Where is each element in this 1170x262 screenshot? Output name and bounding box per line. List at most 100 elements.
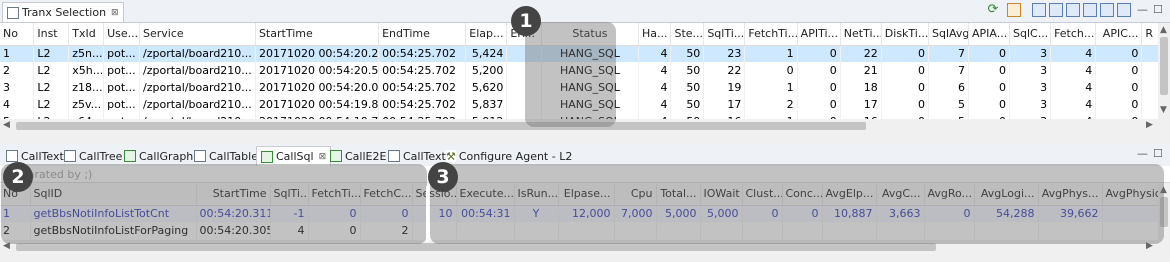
tab-calle2e[interactable]: CallE2E — [326, 146, 390, 166]
table-cell: 4 — [1050, 79, 1097, 96]
column-header[interactable]: No — [0, 23, 35, 46]
table-cell: 0 — [1095, 45, 1143, 62]
scroll-right-icon[interactable]: ▶ — [1146, 120, 1153, 130]
table-cell: 5,200 — [465, 62, 508, 79]
column-header[interactable]: SqlTi... — [703, 23, 746, 46]
column-header[interactable]: Use... — [103, 23, 141, 46]
tab-configure-agent[interactable]: ⚒ Configure Agent - L2 — [442, 146, 576, 166]
column-header[interactable]: R — [1141, 23, 1158, 46]
column-header[interactable]: FetchTi... — [744, 23, 798, 46]
scroll-up-icon[interactable]: ▲ — [1160, 25, 1167, 35]
edit-icon[interactable] — [1117, 3, 1131, 17]
tab-label: Configure Agent - L2 — [458, 149, 573, 163]
column-header[interactable]: Elap... — [465, 23, 508, 46]
column-header[interactable]: SqlAvg — [928, 23, 970, 46]
callout-3: 3 — [428, 162, 458, 192]
table-cell: 23 — [703, 45, 746, 62]
table-cell: 17 — [840, 96, 882, 113]
column-header[interactable]: NetTi... — [840, 23, 882, 46]
table-cell: 50 — [670, 45, 705, 62]
tab-label: CallGraph — [139, 149, 194, 163]
tab-label: CallText — [21, 149, 64, 163]
tranx-selection-tabbar: Tranx Selection ⊠ ⟳ — ☐ — [0, 0, 1170, 23]
table-cell — [1141, 45, 1158, 62]
refresh-icon[interactable]: ⟳ — [986, 3, 1000, 17]
tab-callgraph[interactable]: CallGraph — [120, 146, 197, 166]
table-cell: 0 — [881, 79, 929, 96]
table-cell: 19 — [703, 79, 746, 96]
table-cell: 0 — [968, 62, 1011, 79]
close-icon[interactable]: ⊠ — [111, 8, 119, 18]
maximize-icon[interactable]: ☐ — [1153, 4, 1163, 16]
table-cell: 0 — [881, 62, 929, 79]
table-cell: L2 — [33, 45, 70, 62]
maximize-icon[interactable]: ☐ — [1153, 148, 1163, 160]
tab-label: CallSql — [276, 150, 314, 163]
text-doc-icon — [388, 150, 400, 162]
table-cell: pot... — [103, 79, 141, 96]
scroll-thumb[interactable] — [16, 243, 936, 251]
tab-tranx-selection[interactable]: Tranx Selection ⊠ — [2, 2, 124, 22]
table-cell: L2 — [33, 62, 70, 79]
column-header[interactable]: APITi... — [797, 23, 841, 46]
tab-label: CallE2E — [345, 149, 387, 163]
column-header[interactable]: SqlC... — [1009, 23, 1052, 46]
table-cell: 0 — [797, 96, 841, 113]
scroll-left-icon[interactable]: ◀ — [3, 120, 10, 130]
column-header[interactable]: TxId — [68, 23, 105, 46]
table-cell: 0 — [881, 96, 929, 113]
column-header[interactable]: Fetch... — [1050, 23, 1097, 46]
table-cell: 50 — [670, 96, 705, 113]
table-cell: 5,837 — [465, 96, 508, 113]
table-cell: 20171020 00:54:20.278 — [255, 45, 380, 62]
table-cell: x5h... — [68, 62, 105, 79]
column-header[interactable]: Ha... — [638, 23, 672, 46]
column-header[interactable]: StartTime — [255, 23, 380, 46]
table-cell: 0 — [744, 62, 798, 79]
vertical-scrollbar[interactable]: ▲ ▼ — [1158, 23, 1170, 119]
table-cell: L2 — [33, 79, 70, 96]
table-cell: 50 — [670, 79, 705, 96]
scroll-thumb[interactable] — [16, 122, 866, 130]
view-mode-1-icon[interactable] — [1032, 3, 1046, 17]
scroll-thumb[interactable] — [1160, 37, 1168, 95]
column-header[interactable]: Ste... — [670, 23, 705, 46]
column-header[interactable]: Inst — [33, 23, 70, 46]
column-header[interactable]: EndTime — [378, 23, 467, 46]
table-cell: 00:54:25.702 — [378, 45, 467, 62]
table-cell: 0 — [797, 45, 841, 62]
callout-2: 2 — [3, 162, 33, 192]
table-cell: 0 — [797, 62, 841, 79]
tab-calltree[interactable]: CallTree — [60, 146, 126, 166]
table-cell: 3 — [1009, 45, 1052, 62]
column-header[interactable]: Service — [139, 23, 256, 46]
tab-callsql[interactable]: CallSql ⊠ — [256, 146, 332, 166]
view-mode-3-icon[interactable] — [1066, 3, 1080, 17]
export-icon[interactable] — [1007, 3, 1021, 17]
tree-doc-icon — [64, 150, 76, 162]
table-cell: z5n... — [68, 45, 105, 62]
table-cell: 4 — [1050, 96, 1097, 113]
minimize-icon[interactable]: — — [1137, 148, 1148, 160]
column-header[interactable]: APIC... — [1095, 23, 1143, 46]
table-cell: 21 — [840, 62, 882, 79]
view-mode-4-icon[interactable] — [1083, 3, 1097, 17]
sql-list-highlight — [1, 164, 427, 244]
e2e-doc-icon — [330, 150, 342, 162]
table-cell: 2 — [744, 96, 798, 113]
table-cell: 4 — [638, 96, 672, 113]
minimize-icon[interactable]: — — [1137, 4, 1148, 16]
column-header[interactable]: APIA... — [968, 23, 1011, 46]
table-cell: pot... — [103, 96, 141, 113]
close-icon[interactable]: ⊠ — [319, 152, 327, 162]
sql-stats-highlight — [430, 164, 1164, 244]
table-cell — [1141, 62, 1158, 79]
scroll-down-icon[interactable]: ▼ — [1160, 105, 1167, 115]
table-cell: 00:54:25.702 — [378, 62, 467, 79]
column-header[interactable]: DiskTi... — [881, 23, 929, 46]
table-cell: 4 — [638, 62, 672, 79]
view-mode-2-icon[interactable] — [1049, 3, 1063, 17]
view-mode-5-icon[interactable] — [1100, 3, 1114, 17]
tab-calltable[interactable]: CallTable — [190, 146, 262, 166]
table-cell: 17 — [703, 96, 746, 113]
